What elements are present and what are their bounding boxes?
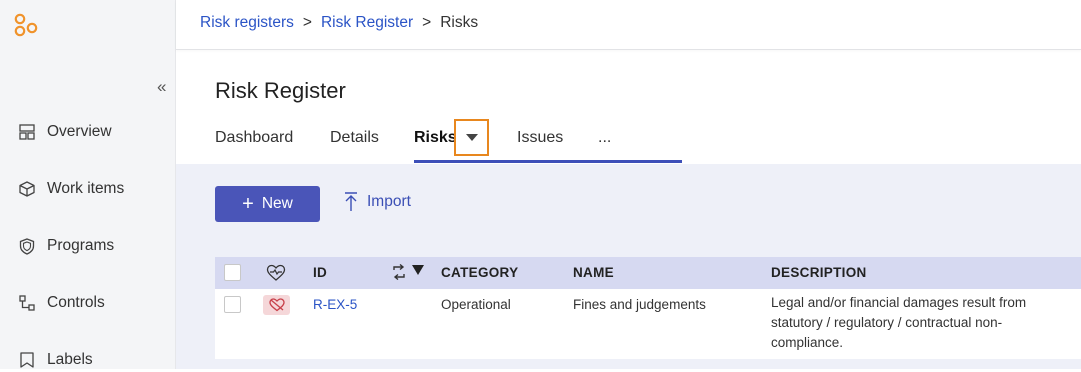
tab-risks[interactable]: Risks — [414, 129, 457, 147]
caret-down-icon — [465, 134, 478, 141]
sidebar-item-controls[interactable]: Controls — [18, 291, 105, 315]
app-logo[interactable] — [13, 13, 41, 39]
sidebar-item-overview[interactable]: Overview — [18, 120, 112, 144]
top-bar: Risk registers > Risk Register > Risks — [176, 0, 1081, 50]
import-button-label: Import — [367, 193, 411, 210]
tab-dashboard[interactable]: Dashboard — [215, 129, 293, 147]
column-header-name[interactable]: NAME — [573, 265, 614, 280]
risk-description: Legal and/or financial damages result fr… — [771, 295, 1027, 350]
filter-icon[interactable] — [412, 264, 424, 279]
breadcrumb-risk-registers[interactable]: Risk registers — [200, 14, 294, 32]
breadcrumb-separator: > — [302, 14, 312, 31]
shield-icon — [18, 237, 36, 255]
sidebar-item-labels[interactable]: Labels — [18, 348, 93, 372]
breadcrumb-separator: > — [422, 14, 432, 31]
plus-icon: + — [242, 193, 254, 215]
health-status-badge — [263, 295, 290, 315]
import-button[interactable]: Import — [344, 192, 411, 212]
table-row[interactable]: R-EX-5 Operational Fines and judgements … — [215, 289, 1081, 359]
new-button[interactable]: + New — [215, 186, 320, 222]
cube-icon — [18, 180, 36, 198]
sidebar-item-label: Overview — [47, 123, 112, 140]
sidebar-item-label: Programs — [47, 237, 115, 254]
risk-category: Operational — [441, 297, 511, 312]
page-title: Risk Register — [215, 78, 346, 103]
breadcrumb-current: Risks — [440, 14, 479, 31]
broken-heart-icon — [268, 298, 285, 312]
select-all-checkbox[interactable] — [224, 264, 241, 281]
tab-details[interactable]: Details — [330, 129, 379, 147]
new-button-label: New — [261, 195, 293, 212]
upload-arrow-icon — [344, 192, 358, 212]
risk-id-link[interactable]: R-EX-5 — [313, 297, 357, 312]
controls-icon — [18, 294, 36, 312]
sidebar-item-label: Labels — [47, 351, 93, 368]
sidebar-item-work-items[interactable]: Work items — [18, 177, 124, 201]
breadcrumb: Risk registers > Risk Register > Risks — [200, 14, 478, 32]
active-tab-indicator — [414, 160, 682, 163]
collapse-sidebar-button[interactable]: « — [157, 77, 166, 97]
label-icon — [18, 351, 36, 369]
sidebar-item-label: Work items — [47, 180, 125, 197]
sidebar-item-label: Controls — [47, 294, 105, 311]
overview-icon — [18, 123, 36, 141]
column-header-category[interactable]: CATEGORY — [441, 265, 518, 280]
column-header-id[interactable]: ID — [313, 265, 327, 280]
column-header-description[interactable]: DESCRIPTION — [771, 265, 867, 280]
tab-issues[interactable]: Issues — [517, 129, 563, 147]
risks-dropdown-button[interactable] — [454, 119, 489, 156]
row-checkbox[interactable] — [224, 296, 241, 313]
sidebar-item-programs[interactable]: Programs — [18, 234, 114, 258]
sidebar: « Overview Work items Programs Controls … — [0, 0, 176, 369]
tab-more[interactable]: ... — [598, 129, 611, 147]
table-header: ID CATEGORY NAME DESCRIPTION — [215, 257, 1081, 289]
health-heart-icon — [266, 264, 286, 285]
sort-icon[interactable] — [391, 263, 407, 283]
risks-table: ID CATEGORY NAME DESCRIPTION R-EX-5 Oper… — [215, 257, 1081, 359]
tab-bar: Dashboard Details Risks Issues ... — [215, 119, 1081, 164]
risk-name: Fines and judgements — [573, 297, 706, 312]
breadcrumb-risk-register[interactable]: Risk Register — [321, 14, 413, 32]
main-content: + New Import ID CATEGORY NAME DESCRIPTIO… — [176, 164, 1081, 369]
